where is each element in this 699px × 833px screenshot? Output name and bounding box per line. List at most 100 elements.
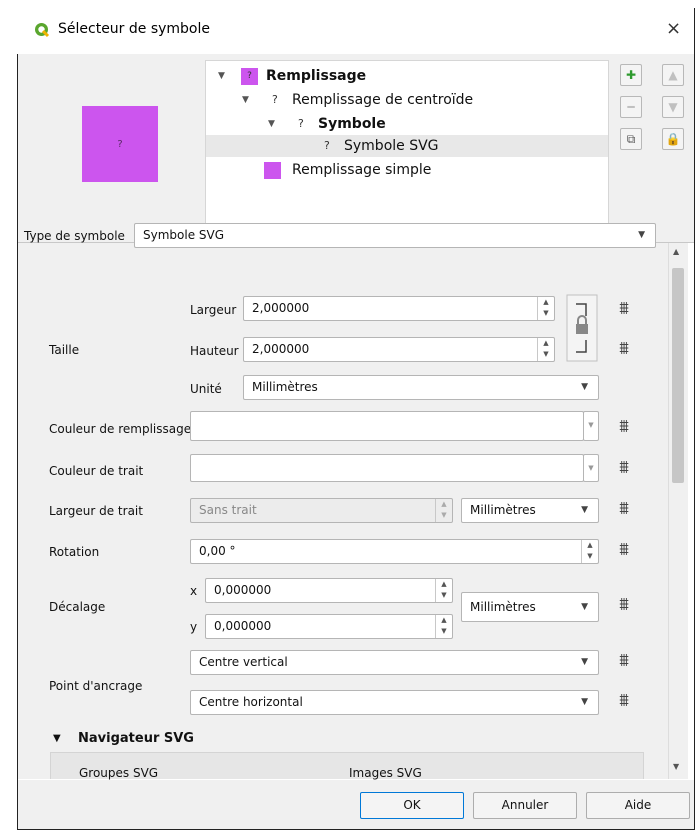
svg-browser-panel: Groupes SVG Images SVG [50, 752, 644, 780]
fill-color-menu-button[interactable]: ▼ [583, 411, 599, 441]
width-label: Largeur [190, 303, 237, 317]
move-up-button[interactable]: ▲ [662, 64, 684, 86]
stroke-width-unit-combo[interactable]: Millimètres ▼ [461, 498, 599, 523]
move-down-button[interactable]: ▼ [662, 96, 684, 118]
offset-x-input[interactable]: 0,000000 ▲ ▼ [205, 578, 453, 603]
height-override-button[interactable]: ⩩ [611, 338, 637, 359]
tree-item-label: Symbole [318, 116, 386, 132]
duplicate-layer-button[interactable]: ⧉ [620, 128, 642, 150]
anchor-horizontal-combo[interactable]: Centre horizontal ▼ [190, 690, 599, 715]
anchor-vertical-combo[interactable]: Centre vertical ▼ [190, 650, 599, 675]
height-value: 2,000000 [252, 342, 310, 356]
remove-layer-button[interactable]: ━ [620, 96, 642, 118]
chevron-down-icon: ▼ [581, 657, 588, 667]
svg-images-label: Images SVG [349, 766, 422, 780]
tree-item-remplissage-centroide[interactable]: ▼ ? Remplissage de centroïde [206, 89, 608, 111]
stroke-color-menu-button[interactable]: ▼ [583, 454, 599, 482]
tree-item-remplissage[interactable]: ▼ ? Remplissage [206, 65, 608, 87]
stroke-color-override-button[interactable]: ⩩ [611, 457, 637, 478]
scroll-down-icon[interactable]: ▼ [673, 762, 679, 771]
scrollbar-thumb[interactable] [672, 268, 684, 483]
symbol-layer-tree[interactable]: ▼ ? Remplissage ▼ ? Remplissage de centr… [205, 60, 609, 224]
svg-browser-header[interactable]: ▼ Navigateur SVG [18, 728, 668, 752]
stroke-width-label: Largeur de trait [49, 504, 143, 518]
tree-item-symbole-svg[interactable]: ? Symbole SVG [206, 135, 608, 157]
offset-y-input[interactable]: 0,000000 ▲ ▼ [205, 614, 453, 639]
remove-icon: ━ [627, 100, 635, 114]
height-input[interactable]: 2,000000 ▲ ▼ [243, 337, 555, 362]
stroke-width-spinner[interactable]: ▲ ▼ [435, 499, 452, 522]
fill-symbol-icon: ? [241, 68, 258, 85]
offset-override-button[interactable]: ⩩ [611, 594, 637, 615]
offset-y-label: y [190, 620, 198, 634]
width-spinner[interactable]: ▲ ▼ [537, 297, 554, 320]
arrow-down-icon: ▼ [668, 100, 678, 114]
symbol-type-label: Type de symbole [24, 229, 125, 243]
missing-symbol-icon: ? [324, 139, 330, 152]
height-spinner[interactable]: ▲ ▼ [537, 338, 554, 361]
offset-x-value: 0,000000 [214, 583, 272, 597]
rotation-override-button[interactable]: ⩩ [611, 539, 637, 560]
lock-icon: 🔒 [665, 132, 681, 146]
height-label: Hauteur [190, 344, 239, 358]
offset-y-value: 0,000000 [214, 619, 272, 633]
qgis-logo-icon [35, 23, 50, 38]
width-override-button[interactable]: ⩩ [611, 298, 637, 319]
rotation-label: Rotation [49, 545, 100, 559]
collapse-arrow-icon: ▼ [53, 733, 61, 744]
stroke-color-button[interactable] [190, 454, 584, 482]
offset-y-spinner[interactable]: ▲ ▼ [435, 615, 452, 638]
anchor-vertical-override-button[interactable]: ⩩ [611, 650, 637, 671]
offset-x-label: x [190, 584, 198, 598]
width-input[interactable]: 2,000000 ▲ ▼ [243, 296, 555, 321]
expand-arrow-icon[interactable]: ▼ [268, 113, 275, 135]
stroke-color-label: Couleur de trait [49, 464, 144, 478]
add-layer-button[interactable]: ✚ [620, 64, 642, 86]
size-label: Taille [49, 343, 80, 357]
stroke-width-input[interactable]: Sans trait ▲ ▼ [190, 498, 453, 523]
cancel-button[interactable]: Annuler [473, 792, 577, 819]
window-title: Sélecteur de symbole [58, 21, 211, 37]
anchor-vertical-value: Centre vertical [199, 655, 288, 669]
missing-symbol-icon: ? [272, 93, 278, 106]
lock-layer-button[interactable]: 🔒 [662, 128, 684, 150]
anchor-horizontal-override-button[interactable]: ⩩ [611, 690, 637, 711]
chevron-down-icon: ▼ [588, 464, 594, 472]
chevron-down-icon: ▼ [581, 505, 588, 515]
rotation-input[interactable]: 0,00 ° ▲ ▼ [190, 539, 599, 564]
missing-symbol-icon: ? [298, 117, 304, 130]
tree-item-label: Symbole SVG [344, 138, 439, 154]
ok-button[interactable]: OK [360, 792, 464, 819]
aspect-ratio-lock-icon[interactable] [566, 294, 598, 362]
fill-color-override-button[interactable]: ⩩ [611, 416, 637, 437]
offset-unit-combo[interactable]: Millimètres ▼ [461, 592, 599, 622]
expand-arrow-icon[interactable]: ▼ [218, 65, 225, 87]
chevron-down-icon: ▼ [588, 421, 594, 429]
chevron-down-icon: ▼ [581, 382, 588, 392]
close-icon[interactable]: × [666, 18, 681, 39]
fill-symbol-icon [264, 162, 281, 179]
chevron-down-icon: ▼ [638, 230, 645, 240]
tree-item-remplissage-simple[interactable]: Remplissage simple [206, 159, 608, 181]
offset-x-spinner[interactable]: ▲ ▼ [435, 579, 452, 602]
unit-value: Millimètres [252, 380, 318, 394]
unit-combo[interactable]: Millimètres ▼ [243, 375, 599, 400]
chevron-down-icon: ▼ [581, 602, 588, 612]
symbol-type-value: Symbole SVG [143, 228, 225, 242]
chevron-down-icon: ▼ [581, 697, 588, 707]
rotation-spinner[interactable]: ▲ ▼ [581, 540, 598, 563]
symbol-type-combo[interactable]: Symbole SVG ▼ [134, 223, 656, 248]
anchor-label: Point d'ancrage [49, 679, 143, 693]
stroke-width-override-button[interactable]: ⩩ [611, 498, 637, 519]
help-button[interactable]: Aide [586, 792, 690, 819]
fill-color-label: Couleur de remplissage [49, 422, 192, 436]
scroll-up-icon[interactable]: ▲ [673, 247, 679, 256]
tree-item-symbole[interactable]: ▼ ? Symbole [206, 113, 608, 135]
rotation-value: 0,00 ° [199, 544, 236, 558]
unit-label: Unité [190, 382, 222, 396]
svg-groups-label: Groupes SVG [79, 766, 159, 780]
fill-color-button[interactable] [190, 411, 584, 441]
stroke-width-unit-value: Millimètres [470, 503, 536, 517]
expand-arrow-icon[interactable]: ▼ [242, 89, 249, 111]
tree-item-label: Remplissage de centroïde [292, 92, 474, 108]
